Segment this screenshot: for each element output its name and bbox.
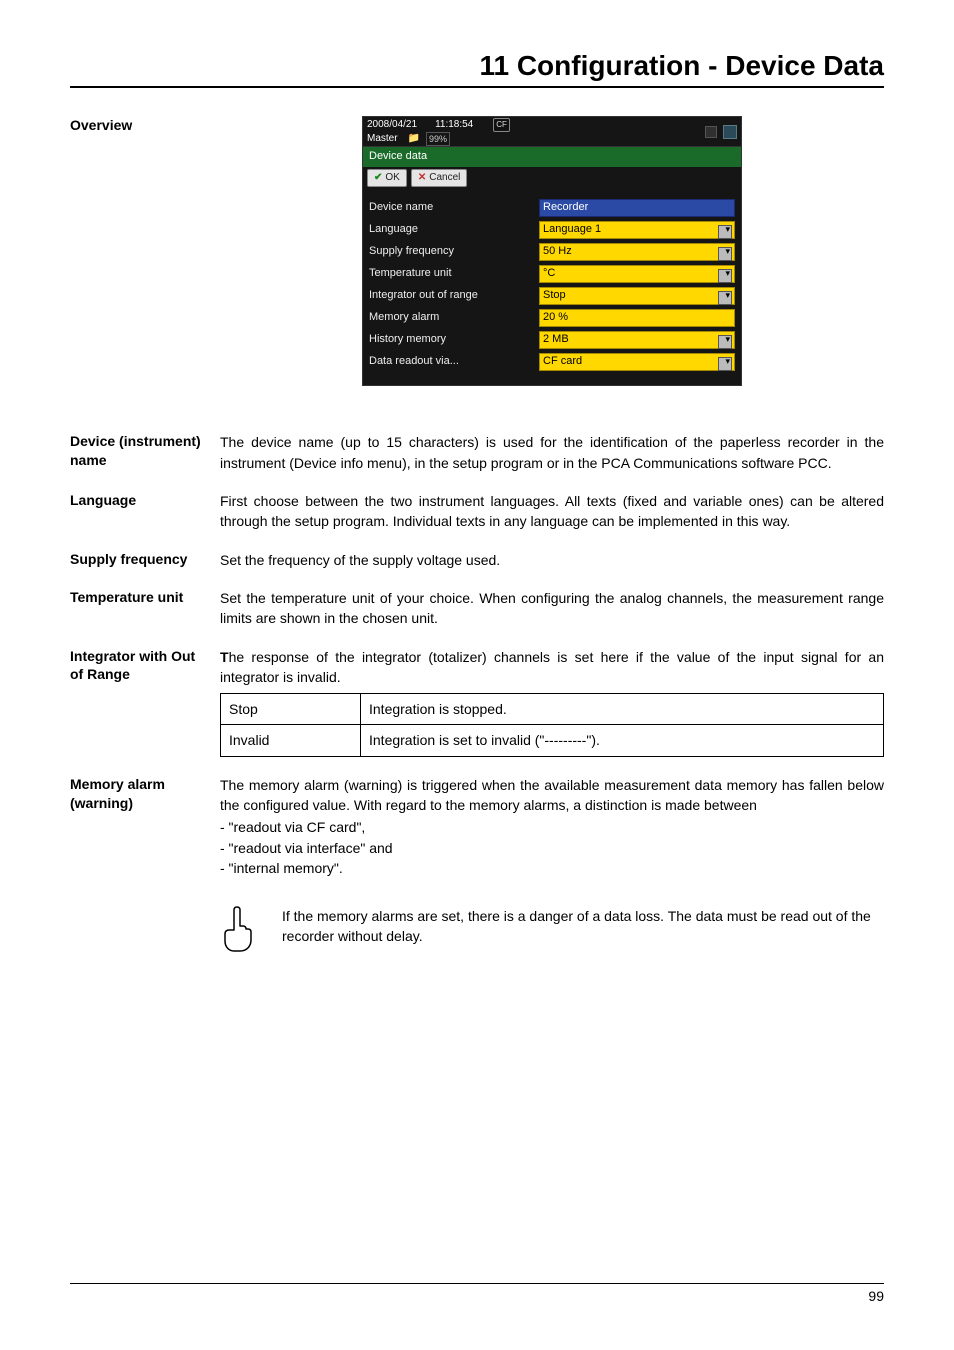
field-readout: CF card — [539, 353, 735, 371]
folder-icon: 📁 — [408, 133, 420, 145]
screenshot-header: 2008/04/21 11:18:54 CF Master 📁 99% — [363, 117, 741, 147]
field-supply-freq: 50 Hz — [539, 243, 735, 261]
integrator-table: Stop Integration is stopped. Invalid Int… — [220, 693, 884, 757]
page-number: 99 — [70, 1283, 884, 1304]
field-history: 2 MB — [539, 331, 735, 349]
shot-master: Master — [367, 133, 398, 145]
mini-icon — [723, 125, 737, 139]
table-row: Stop Integration is stopped. — [221, 694, 884, 725]
table-cell-invalid-desc: Integration is set to invalid ("--------… — [361, 725, 884, 756]
row-label-device-name: Device name — [369, 200, 539, 216]
row-label-memory-alarm: Memory alarm — [369, 310, 539, 326]
ok-label: OK — [385, 171, 399, 186]
row-label-language: Language — [369, 222, 539, 238]
section-text-supply-frequency: Set the frequency of the supply voltage … — [220, 550, 884, 570]
shot-date: 2008/04/21 — [367, 119, 417, 131]
section-text-memory-alarm: The memory alarm (warning) is triggered … — [220, 775, 884, 816]
field-temp-unit: °C — [539, 265, 735, 283]
section-label-memory-alarm: Memory alarm (warning) — [70, 775, 220, 813]
pointing-hand-icon — [220, 906, 254, 952]
bell-icon — [705, 126, 717, 138]
bullet-interface: - "readout via interface" and — [220, 838, 884, 858]
note-text: If the memory alarms are set, there is a… — [282, 906, 884, 947]
table-cell-invalid: Invalid — [221, 725, 361, 756]
overview-label: Overview — [70, 116, 220, 135]
section-text-device-name: The device name (up to 15 characters) is… — [220, 432, 884, 473]
section-label-supply-frequency: Supply frequency — [70, 550, 220, 569]
cf-icon: CF — [493, 118, 510, 132]
section-label-device-name: Device (instrument) name — [70, 432, 220, 470]
section-text-integrator: The response of the integrator (totalize… — [220, 649, 884, 685]
row-label-integrator: Integrator out of range — [369, 288, 539, 304]
shot-time: 11:18:54 — [435, 119, 473, 131]
row-label-history: History memory — [369, 332, 539, 348]
bold-t: T — [220, 649, 229, 665]
row-label-supply-freq: Supply frequency — [369, 244, 539, 260]
field-language: Language 1 — [539, 221, 735, 239]
field-device-name: Recorder — [539, 199, 735, 217]
shot-pct: 99% — [426, 132, 450, 146]
integrator-rest: he response of the integrator (totalizer… — [220, 649, 884, 685]
ok-button: ✔OK — [367, 169, 407, 188]
cancel-label: Cancel — [429, 171, 460, 186]
section-text-temperature-unit: Set the temperature unit of your choice.… — [220, 588, 884, 629]
field-integrator: Stop — [539, 287, 735, 305]
table-row: Invalid Integration is set to invalid ("… — [221, 725, 884, 756]
row-label-temp-unit: Temperature unit — [369, 266, 539, 282]
section-text-language: First choose between the two instrument … — [220, 491, 884, 532]
section-label-integrator: Integrator with Out of Range — [70, 647, 220, 685]
device-screenshot: 2008/04/21 11:18:54 CF Master 📁 99% — [362, 116, 742, 386]
chapter-title: 11 Configuration - Device Data — [70, 50, 884, 88]
bullet-cf-card: - "readout via CF card", — [220, 817, 884, 837]
section-label-language: Language — [70, 491, 220, 510]
row-label-readout: Data readout via... — [369, 354, 539, 370]
table-cell-stop: Stop — [221, 694, 361, 725]
cancel-button: ✕Cancel — [411, 169, 468, 188]
shot-title: Device data — [363, 147, 741, 167]
table-cell-stop-desc: Integration is stopped. — [361, 694, 884, 725]
section-label-temperature-unit: Temperature unit — [70, 588, 220, 607]
field-memory-alarm: 20 % — [539, 309, 735, 327]
bullet-internal: - "internal memory". — [220, 858, 884, 878]
